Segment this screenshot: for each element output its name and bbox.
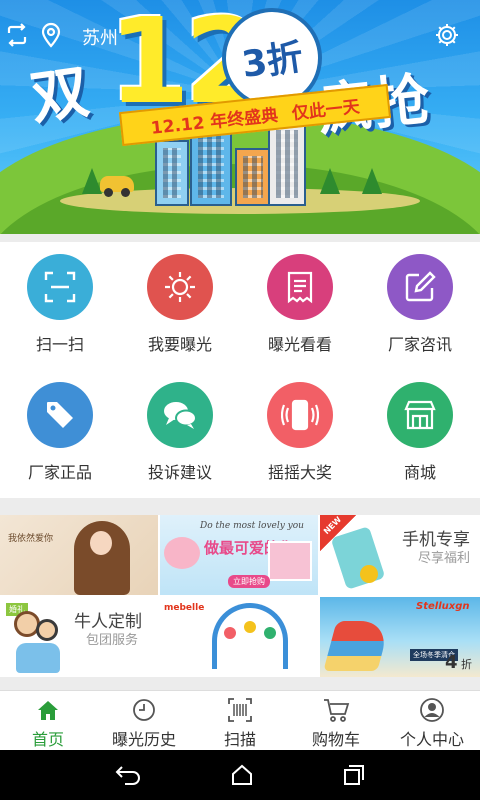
user-icon	[420, 698, 444, 722]
promo-tile-fashion[interactable]: 我依然爱你	[0, 515, 158, 595]
cart-icon	[324, 699, 350, 722]
tag-icon	[27, 382, 93, 448]
tree-graphic	[82, 168, 102, 194]
tab-label: 个人中心	[399, 730, 464, 749]
promo-tile-phrase: Do the most lovely you	[200, 521, 304, 531]
shoe-graphic	[323, 621, 391, 671]
switch-icon[interactable]	[2, 20, 32, 50]
grid-item-label: 我要曝光	[147, 335, 212, 354]
promo-tile-subtitle: 包团服务	[86, 633, 139, 648]
edit-icon	[387, 254, 453, 320]
grid-item-manufacturer-news[interactable]: 厂家咨讯	[360, 242, 480, 370]
grid-item-label: 投诉建议	[147, 463, 212, 482]
top-bar: 苏州	[0, 16, 480, 56]
tab-label: 扫描	[223, 730, 256, 749]
building-graphic	[268, 122, 306, 206]
tab-cart[interactable]: 购物车	[288, 691, 384, 751]
recent-apps-icon[interactable]	[341, 763, 367, 787]
grid-item-mall[interactable]: 商城	[360, 370, 480, 498]
grid-item-label: 商城	[403, 463, 436, 482]
grid-item-label: 曝光看看	[267, 335, 332, 354]
promo-tile-shoes[interactable]: Stelluxgn 全场冬季清仓 4 折	[320, 597, 480, 677]
grid-item-view-exposures[interactable]: 曝光看看	[240, 242, 360, 370]
promo-tiles: 我依然爱你 Do the most lovely you 做最可爱的你 立即抢购…	[0, 515, 480, 677]
sun-icon	[147, 254, 213, 320]
location-icon[interactable]	[36, 20, 66, 50]
discount-text: 4 折	[445, 652, 472, 673]
chat-icon	[147, 382, 213, 448]
home-icon	[38, 701, 58, 720]
tree-graphic	[362, 168, 382, 194]
toy-graphic	[264, 627, 276, 639]
function-grid: 扫一扫 我要曝光 曝光看看 厂家咨讯 厂家正品 投诉建议 摇摇大奖 商城	[0, 242, 480, 498]
product-box-graphic	[268, 541, 312, 581]
tab-scan[interactable]: 扫描	[192, 691, 288, 751]
phone-graphic	[330, 526, 386, 590]
tab-label: 曝光历史	[111, 730, 176, 749]
grid-item-genuine[interactable]: 厂家正品	[0, 370, 120, 498]
grid-item-label: 摇摇大奖	[267, 463, 332, 482]
new-badge-text: NEW	[321, 515, 344, 537]
ribbon-right-text: 仅此一天	[290, 96, 361, 124]
settings-icon[interactable]	[432, 20, 462, 50]
discount-unit: 折	[461, 658, 472, 671]
barcode-scan-icon	[228, 698, 252, 722]
coin-graphic	[360, 565, 378, 583]
promo-tile-cute[interactable]: Do the most lovely you 做最可爱的你 立即抢购	[160, 515, 318, 595]
toy-graphic	[224, 627, 236, 639]
tab-label: 购物车	[311, 730, 360, 749]
home-nav-icon[interactable]	[229, 763, 255, 787]
brand-logo: mebelle	[164, 603, 205, 613]
back-icon[interactable]	[113, 763, 143, 787]
tree-graphic	[320, 168, 340, 194]
car-graphic	[100, 176, 134, 197]
store-icon	[387, 382, 453, 448]
clock-icon	[133, 699, 155, 721]
promo-banner[interactable]: 双 12 3折 疯抢 12.12 年终盛典 仅此一天 苏州	[0, 0, 480, 234]
buy-now-button[interactable]: 立即抢购	[228, 575, 270, 588]
system-nav-bar	[0, 750, 480, 800]
tab-label: 首页	[31, 730, 64, 749]
shake-phone-icon	[267, 382, 333, 448]
promo-tile-subtitle: 尽享福利	[417, 551, 470, 566]
brand-logo: Stelluxgn	[416, 601, 470, 612]
bottom-tab-bar: 首页 曝光历史 扫描 购物车 个人中心	[0, 690, 480, 750]
grid-item-label: 扫一扫	[35, 335, 84, 354]
tab-profile[interactable]: 个人中心	[384, 691, 480, 751]
tab-home[interactable]: 首页	[0, 691, 96, 751]
app-screen: 双 12 3折 疯抢 12.12 年终盛典 仅此一天 苏州	[0, 0, 480, 800]
toy-graphic	[244, 621, 256, 633]
discount-number: 4	[444, 652, 458, 673]
toy-graphic	[164, 537, 200, 569]
play-gym-graphic	[212, 603, 288, 669]
building-graphic	[155, 140, 189, 206]
kid-graphic	[36, 619, 58, 641]
promo-tile-custom-tour[interactable]: 婚礼 牛人定制 包团服务	[0, 597, 158, 677]
promo-tile-mobile-exclusive[interactable]: NEW 手机专享 尽享福利	[320, 515, 480, 595]
scan-icon	[27, 254, 93, 320]
banner-title-left: 双	[26, 57, 94, 133]
building-graphic	[235, 148, 271, 206]
promo-tile-baby-toys[interactable]: mebelle	[160, 597, 318, 677]
kid-body-graphic	[16, 643, 60, 673]
city-label[interactable]: 苏州	[82, 24, 118, 50]
grid-item-label: 厂家咨讯	[387, 335, 452, 354]
tab-exposure-history[interactable]: 曝光历史	[96, 691, 192, 751]
grid-item-expose[interactable]: 我要曝光	[120, 242, 240, 370]
receipt-icon	[267, 254, 333, 320]
grid-item-scan[interactable]: 扫一扫	[0, 242, 120, 370]
model-face-graphic	[90, 531, 112, 555]
grid-item-shake-prize[interactable]: 摇摇大奖	[240, 370, 360, 498]
grid-item-complaint[interactable]: 投诉建议	[120, 370, 240, 498]
grid-item-label: 厂家正品	[27, 463, 92, 482]
promo-tile-text: 我依然爱你	[8, 534, 54, 544]
